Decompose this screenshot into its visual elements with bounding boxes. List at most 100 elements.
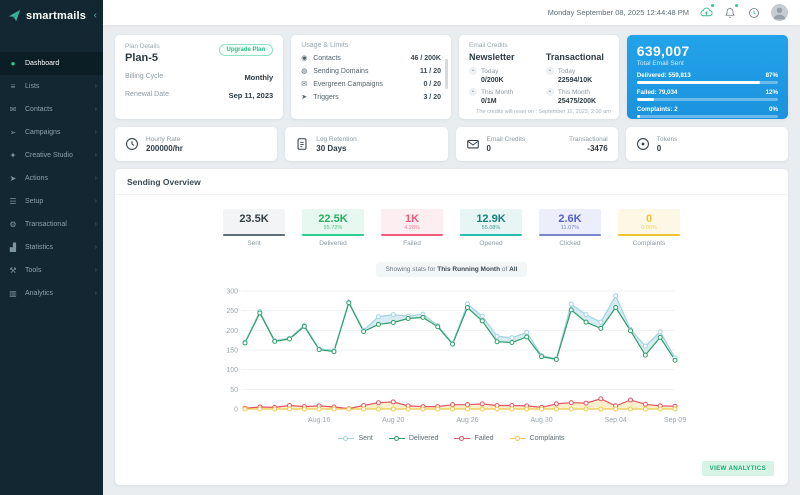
smartmails-logo-icon xyxy=(8,9,21,22)
stat-percent: 4.28% xyxy=(381,225,443,232)
legend-delivered[interactable]: Delivered xyxy=(389,435,439,442)
sidebar-item-transactional[interactable]: ⚙Transactional› xyxy=(0,213,103,236)
filter-prefix: Showing stats for xyxy=(386,266,436,273)
usage-row-evergreen-campaigns: ✉Evergreen Campaigns0 / 20 xyxy=(301,80,441,88)
this-month-icon: • xyxy=(546,88,554,96)
legend-label: Delivered xyxy=(409,435,439,442)
legend-dot xyxy=(459,436,464,441)
user-avatar[interactable] xyxy=(771,4,788,21)
kpi-secondary-value: -3476 xyxy=(569,144,608,153)
chevron-right-icon: › xyxy=(95,198,97,205)
stat-percent: 95.72% xyxy=(302,225,364,232)
sidebar-item-dashboard[interactable]: ●Dashboard xyxy=(0,52,103,75)
stat-percent: 11.07% xyxy=(539,225,601,232)
usage-row-triggers: ➤Triggers3 / 20 xyxy=(301,93,441,101)
legend-label: Failed xyxy=(474,435,493,442)
legend-label: Complaints xyxy=(530,435,565,442)
sidebar-item-statistics[interactable]: ▟Statistics› xyxy=(0,236,103,259)
usage-scrollbar[interactable] xyxy=(445,59,448,89)
sidebar-item-creative-studio[interactable]: ✦Creative Studio› xyxy=(0,144,103,167)
kpi-secondary: Transactional-3476 xyxy=(569,136,608,153)
triggers-icon: ➤ xyxy=(301,93,313,101)
sidebar-item-analytics[interactable]: ▥Analytics› xyxy=(0,282,103,305)
legend-failed[interactable]: Failed xyxy=(454,435,493,442)
kpi-value: 0 xyxy=(487,144,526,153)
evergreen-campaigns-icon: ✉ xyxy=(301,80,313,88)
total-progress-pct: 0% xyxy=(769,106,778,113)
stat-label: Clicked xyxy=(539,240,601,247)
chevron-right-icon: › xyxy=(95,244,97,251)
plan-row: Renewal Date Sep 11, 2023 xyxy=(125,91,273,100)
stat-percent: 55.08% xyxy=(460,225,522,232)
usage-row-contacts: ◉Contacts46 / 200K xyxy=(301,54,441,62)
lists-icon: ≡ xyxy=(8,82,18,91)
bell-icon[interactable] xyxy=(723,6,737,20)
plan-row-value: Sep 11, 2023 xyxy=(229,91,274,100)
total-progress-pct: 12% xyxy=(766,89,778,96)
filter-mid: of xyxy=(502,266,507,273)
sidebar-item-setup[interactable]: ☰Setup› xyxy=(0,190,103,213)
total-progress-track xyxy=(637,98,778,101)
legend-sent[interactable]: Sent xyxy=(338,435,372,442)
log-icon xyxy=(295,137,309,151)
credits-period: This Month xyxy=(481,89,513,96)
credits-column-transactional: Transactional•Today22594/10K•This Month2… xyxy=(546,52,609,105)
usage-label: Sending Domains xyxy=(313,68,420,75)
usage-value: 11 / 20 xyxy=(420,68,441,75)
plan-row-label: Renewal Date xyxy=(125,91,169,100)
credits-row-label: •This Month xyxy=(469,88,532,96)
stat-underline xyxy=(539,234,601,236)
legend-complaints[interactable]: Complaints xyxy=(510,435,565,442)
stat-complaints[interactable]: 00.00%Complaints xyxy=(618,209,680,247)
stat-failed[interactable]: 1K4.28%Failed xyxy=(381,209,443,247)
actions-icon: ➤ xyxy=(8,174,18,183)
svg-text:200: 200 xyxy=(226,328,238,335)
total-progress-labels: Delivered: 559,81387% xyxy=(637,72,778,79)
sidebar-item-label: Contacts xyxy=(25,106,53,113)
sending-overview-card: Sending Overview 23.5KSent22.5K95.72%Del… xyxy=(115,169,788,485)
stat-opened[interactable]: 12.9K55.08% Opened xyxy=(460,209,522,247)
credits-period: Today xyxy=(481,68,498,75)
cloud-upload-icon[interactable] xyxy=(699,6,713,20)
stat-clicked[interactable]: 2.6K11.07%Clicked xyxy=(539,209,601,247)
upgrade-plan-button[interactable]: Upgrade Plan xyxy=(219,44,274,56)
kpi-secondary-label: Transactional xyxy=(569,136,608,143)
credits-row: •Today0/200K xyxy=(469,67,532,84)
total-email-label: Total Email Sent xyxy=(637,60,778,67)
sidebar-item-campaigns[interactable]: ➢Campaigns› xyxy=(0,121,103,144)
svg-text:Sep 04: Sep 04 xyxy=(604,417,626,424)
chevron-right-icon: › xyxy=(95,152,97,159)
stats-filter-pill[interactable]: Showing stats for This Running Month of … xyxy=(376,262,528,277)
stat-label: Opened xyxy=(460,240,522,247)
sidebar-item-lists[interactable]: ≡Lists› xyxy=(0,75,103,98)
today-icon: • xyxy=(469,67,477,75)
filter-scope: All xyxy=(509,266,517,273)
total-progress-labels: Failed: 79,03412% xyxy=(637,89,778,96)
credits-value: 0/1M xyxy=(481,98,532,105)
svg-text:Aug 30: Aug 30 xyxy=(530,417,552,424)
sidebar-item-contacts[interactable]: ✉Contacts› xyxy=(0,98,103,121)
time-status-icon[interactable] xyxy=(747,6,761,20)
sending-overview-chart: 050100150200250300Aug 16Aug 20Aug 26Aug … xyxy=(217,285,687,433)
credits-row-label: •Today xyxy=(546,67,609,75)
svg-text:Aug 26: Aug 26 xyxy=(456,417,478,424)
kpi-label: Log Retention xyxy=(316,136,356,143)
legend-dot xyxy=(343,436,348,441)
credits-row: •This Month 0/1M xyxy=(469,88,532,105)
stat-box: 12.9K55.08% xyxy=(460,209,522,236)
view-analytics-button[interactable]: VIEW ANALYTICS xyxy=(702,461,774,476)
kpi-card-email-credits: Email Credits0 Transactional-3476 xyxy=(456,127,618,161)
stat-delivered[interactable]: 22.5K95.72%Delivered xyxy=(302,209,364,247)
credits-period: Today xyxy=(558,68,575,75)
kpi-label: Email Credits xyxy=(487,136,526,143)
sidebar-collapse-icon[interactable]: ‹ xyxy=(94,10,97,21)
sidebar-item-actions[interactable]: ➤Actions› xyxy=(0,167,103,190)
total-progress-track xyxy=(637,115,778,118)
sidebar: smartmails ‹ ●Dashboard≡Lists›✉Contacts›… xyxy=(0,0,103,495)
stat-percent xyxy=(223,225,285,232)
stat-sent[interactable]: 23.5KSent xyxy=(223,209,285,247)
kpi-card-log-retention: Log Retention30 Days xyxy=(285,127,447,161)
usage-label: Evergreen Campaigns xyxy=(313,81,423,88)
sidebar-item-tools[interactable]: ⚒Tools› xyxy=(0,259,103,282)
total-progress-fill xyxy=(637,98,654,101)
